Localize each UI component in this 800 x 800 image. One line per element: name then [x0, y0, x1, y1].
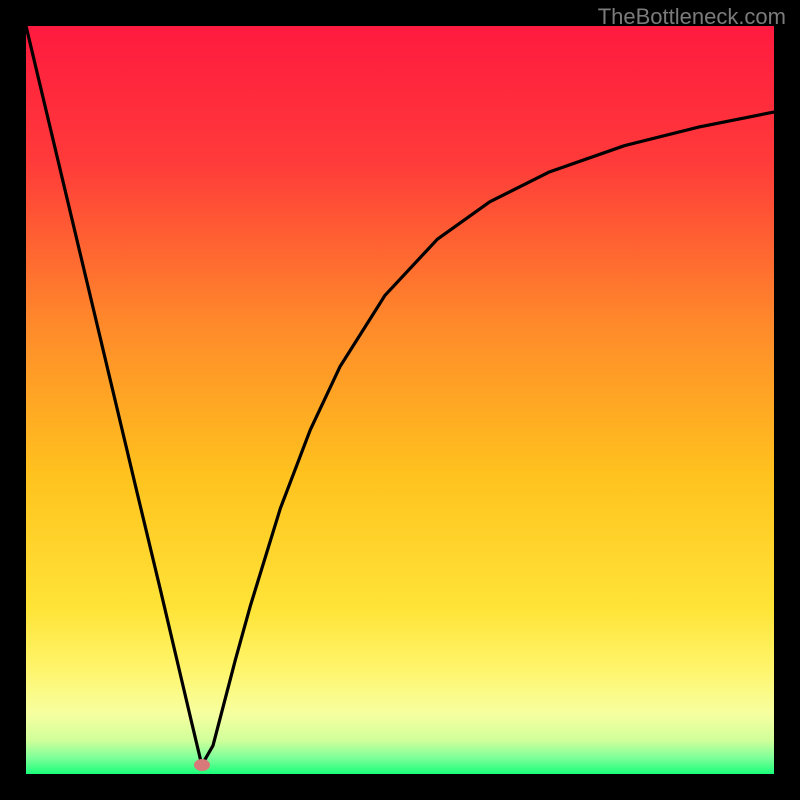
plot-background [26, 26, 774, 774]
plot-svg [26, 26, 774, 774]
minimum-marker [194, 759, 210, 771]
plot-frame [26, 26, 774, 774]
chart-container: TheBottleneck.com [0, 0, 800, 800]
attribution-text: TheBottleneck.com [598, 4, 786, 30]
